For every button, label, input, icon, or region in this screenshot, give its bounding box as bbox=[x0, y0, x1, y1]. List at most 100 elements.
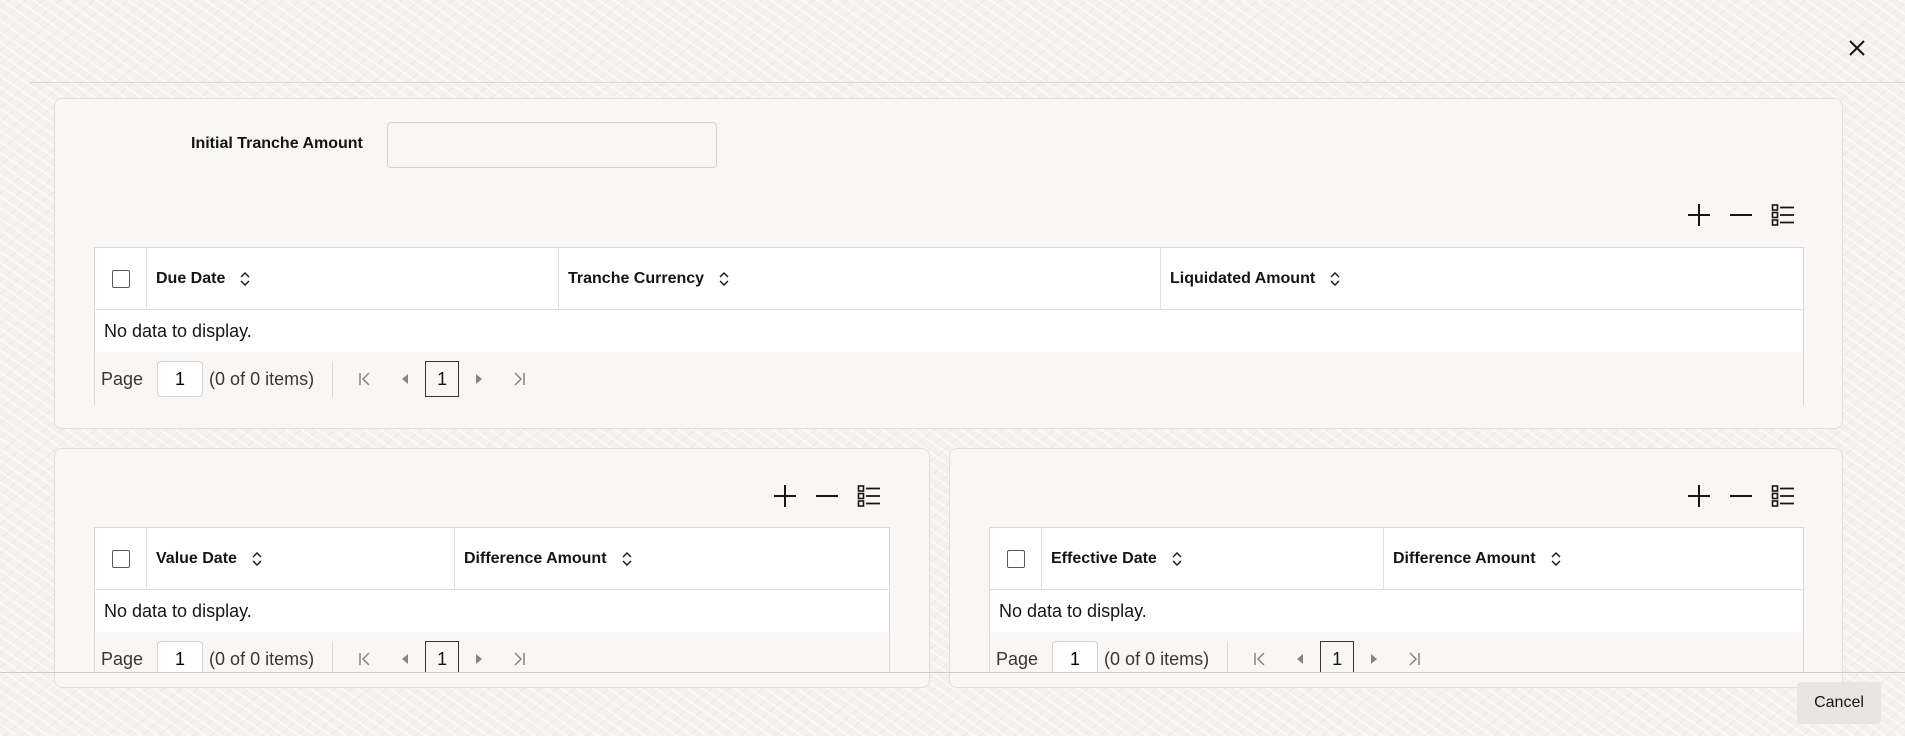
sort-icon[interactable] bbox=[1329, 271, 1341, 287]
next-page-button[interactable] bbox=[459, 361, 499, 397]
items-count: (0 of 0 items) bbox=[1104, 648, 1210, 669]
last-page-button[interactable] bbox=[499, 361, 539, 397]
close-dialog-button[interactable] bbox=[1843, 34, 1871, 62]
current-page-button[interactable]: 1 bbox=[425, 641, 460, 672]
items-count: (0 of 0 items) bbox=[209, 368, 315, 389]
remove-row-button[interactable] bbox=[814, 483, 840, 509]
first-page-button[interactable] bbox=[345, 641, 385, 672]
page-number-input[interactable] bbox=[1052, 641, 1099, 672]
sort-icon[interactable] bbox=[621, 551, 633, 567]
sort-icon[interactable] bbox=[239, 271, 251, 287]
plus-icon bbox=[774, 485, 796, 507]
columns-button[interactable] bbox=[1770, 202, 1796, 228]
column-tranche-currency[interactable]: Tranche Currency bbox=[559, 248, 1161, 309]
column-label: Liquidated Amount bbox=[1170, 269, 1316, 287]
column-label: Difference Amount bbox=[1393, 549, 1536, 567]
previous-page-button[interactable] bbox=[1280, 641, 1320, 672]
column-label: Difference Amount bbox=[464, 549, 607, 567]
last-page-button[interactable] bbox=[1394, 641, 1434, 672]
effective-grid-toolbar bbox=[1686, 483, 1796, 509]
select-all-checkbox[interactable] bbox=[111, 269, 130, 288]
minus-icon bbox=[1730, 214, 1752, 216]
first-page-icon bbox=[1254, 652, 1265, 666]
remove-row-button[interactable] bbox=[1728, 483, 1754, 509]
sort-icon[interactable] bbox=[1171, 551, 1183, 567]
no-data-message: No data to display. bbox=[990, 590, 1803, 632]
tranche-grid-toolbar bbox=[1686, 202, 1796, 228]
select-all-cell bbox=[95, 248, 147, 309]
previous-page-button[interactable] bbox=[385, 641, 425, 672]
pager-divider bbox=[1227, 641, 1229, 672]
first-page-icon bbox=[359, 652, 370, 666]
last-page-icon bbox=[514, 372, 525, 386]
initial-tranche-amount-label: Initial Tranche Amount bbox=[191, 135, 363, 152]
effective-date-grid: Effective Date Difference Amount No data… bbox=[989, 527, 1804, 672]
tranche-grid: Due Date Tranche Currency Liquidated Amo… bbox=[94, 247, 1804, 406]
pagination-bar: Page (0 of 0 items) 1 bbox=[95, 352, 1803, 406]
pager-divider bbox=[332, 641, 334, 672]
plus-icon bbox=[1688, 485, 1710, 507]
header-divider bbox=[30, 82, 1905, 83]
remove-row-button[interactable] bbox=[1728, 202, 1754, 228]
current-page-button[interactable]: 1 bbox=[1320, 641, 1355, 672]
column-label: Effective Date bbox=[1051, 549, 1157, 567]
last-page-button[interactable] bbox=[499, 641, 539, 672]
first-page-button[interactable] bbox=[345, 361, 385, 397]
page-label: Page bbox=[996, 648, 1039, 669]
column-liquidated-amount[interactable]: Liquidated Amount bbox=[1161, 248, 1803, 309]
column-due-date[interactable]: Due Date bbox=[147, 248, 559, 309]
page-label: Page bbox=[101, 648, 144, 669]
select-all-cell bbox=[990, 528, 1042, 589]
dialog-footer bbox=[0, 673, 1905, 736]
column-difference-amount[interactable]: Difference Amount bbox=[455, 528, 889, 589]
add-row-button[interactable] bbox=[772, 483, 798, 509]
column-difference-amount[interactable]: Difference Amount bbox=[1384, 528, 1803, 589]
add-row-button[interactable] bbox=[1686, 202, 1712, 228]
tranche-grid-header: Due Date Tranche Currency Liquidated Amo… bbox=[95, 248, 1803, 310]
list-columns-icon bbox=[1771, 204, 1794, 226]
first-page-icon bbox=[359, 372, 370, 386]
column-label: Value Date bbox=[156, 549, 237, 567]
add-row-button[interactable] bbox=[1686, 483, 1712, 509]
previous-page-button[interactable] bbox=[385, 361, 425, 397]
previous-page-icon bbox=[402, 654, 409, 664]
next-page-icon bbox=[476, 374, 483, 384]
effective-grid-header: Effective Date Difference Amount bbox=[990, 528, 1803, 590]
sort-icon[interactable] bbox=[1550, 551, 1562, 567]
next-page-button[interactable] bbox=[459, 641, 499, 672]
column-value-date[interactable]: Value Date bbox=[147, 528, 455, 589]
select-all-checkbox[interactable] bbox=[111, 549, 130, 568]
cancel-button[interactable]: Cancel bbox=[1797, 682, 1881, 724]
page-number-input[interactable] bbox=[157, 361, 204, 397]
plus-icon bbox=[1688, 204, 1710, 226]
value-date-grid: Value Date Difference Amount No data to … bbox=[94, 527, 890, 672]
minus-icon bbox=[1730, 495, 1752, 497]
pagination-bar: Page (0 of 0 items) 1 bbox=[95, 632, 889, 672]
sort-icon[interactable] bbox=[251, 551, 263, 567]
first-page-button[interactable] bbox=[1240, 641, 1280, 672]
current-page-button[interactable]: 1 bbox=[425, 361, 460, 397]
list-columns-icon bbox=[1771, 485, 1794, 507]
columns-button[interactable] bbox=[856, 483, 882, 509]
next-page-icon bbox=[1371, 654, 1378, 664]
pager-divider bbox=[332, 361, 334, 397]
last-page-icon bbox=[514, 652, 525, 666]
last-page-icon bbox=[1409, 652, 1420, 666]
column-label: Tranche Currency bbox=[568, 269, 705, 287]
close-icon bbox=[1849, 40, 1865, 56]
no-data-message: No data to display. bbox=[95, 590, 889, 632]
no-data-message: No data to display. bbox=[95, 310, 1803, 352]
value-grid-toolbar bbox=[772, 483, 882, 509]
page-number-input[interactable] bbox=[157, 641, 204, 672]
initial-tranche-amount-input[interactable] bbox=[387, 122, 717, 168]
previous-page-icon bbox=[402, 374, 409, 384]
previous-page-icon bbox=[1297, 654, 1304, 664]
next-page-icon bbox=[476, 654, 483, 664]
select-all-checkbox[interactable] bbox=[1006, 549, 1025, 568]
next-page-button[interactable] bbox=[1354, 641, 1394, 672]
items-count: (0 of 0 items) bbox=[209, 648, 315, 669]
sort-icon[interactable] bbox=[718, 271, 730, 287]
column-label: Due Date bbox=[156, 269, 226, 287]
column-effective-date[interactable]: Effective Date bbox=[1042, 528, 1384, 589]
columns-button[interactable] bbox=[1770, 483, 1796, 509]
